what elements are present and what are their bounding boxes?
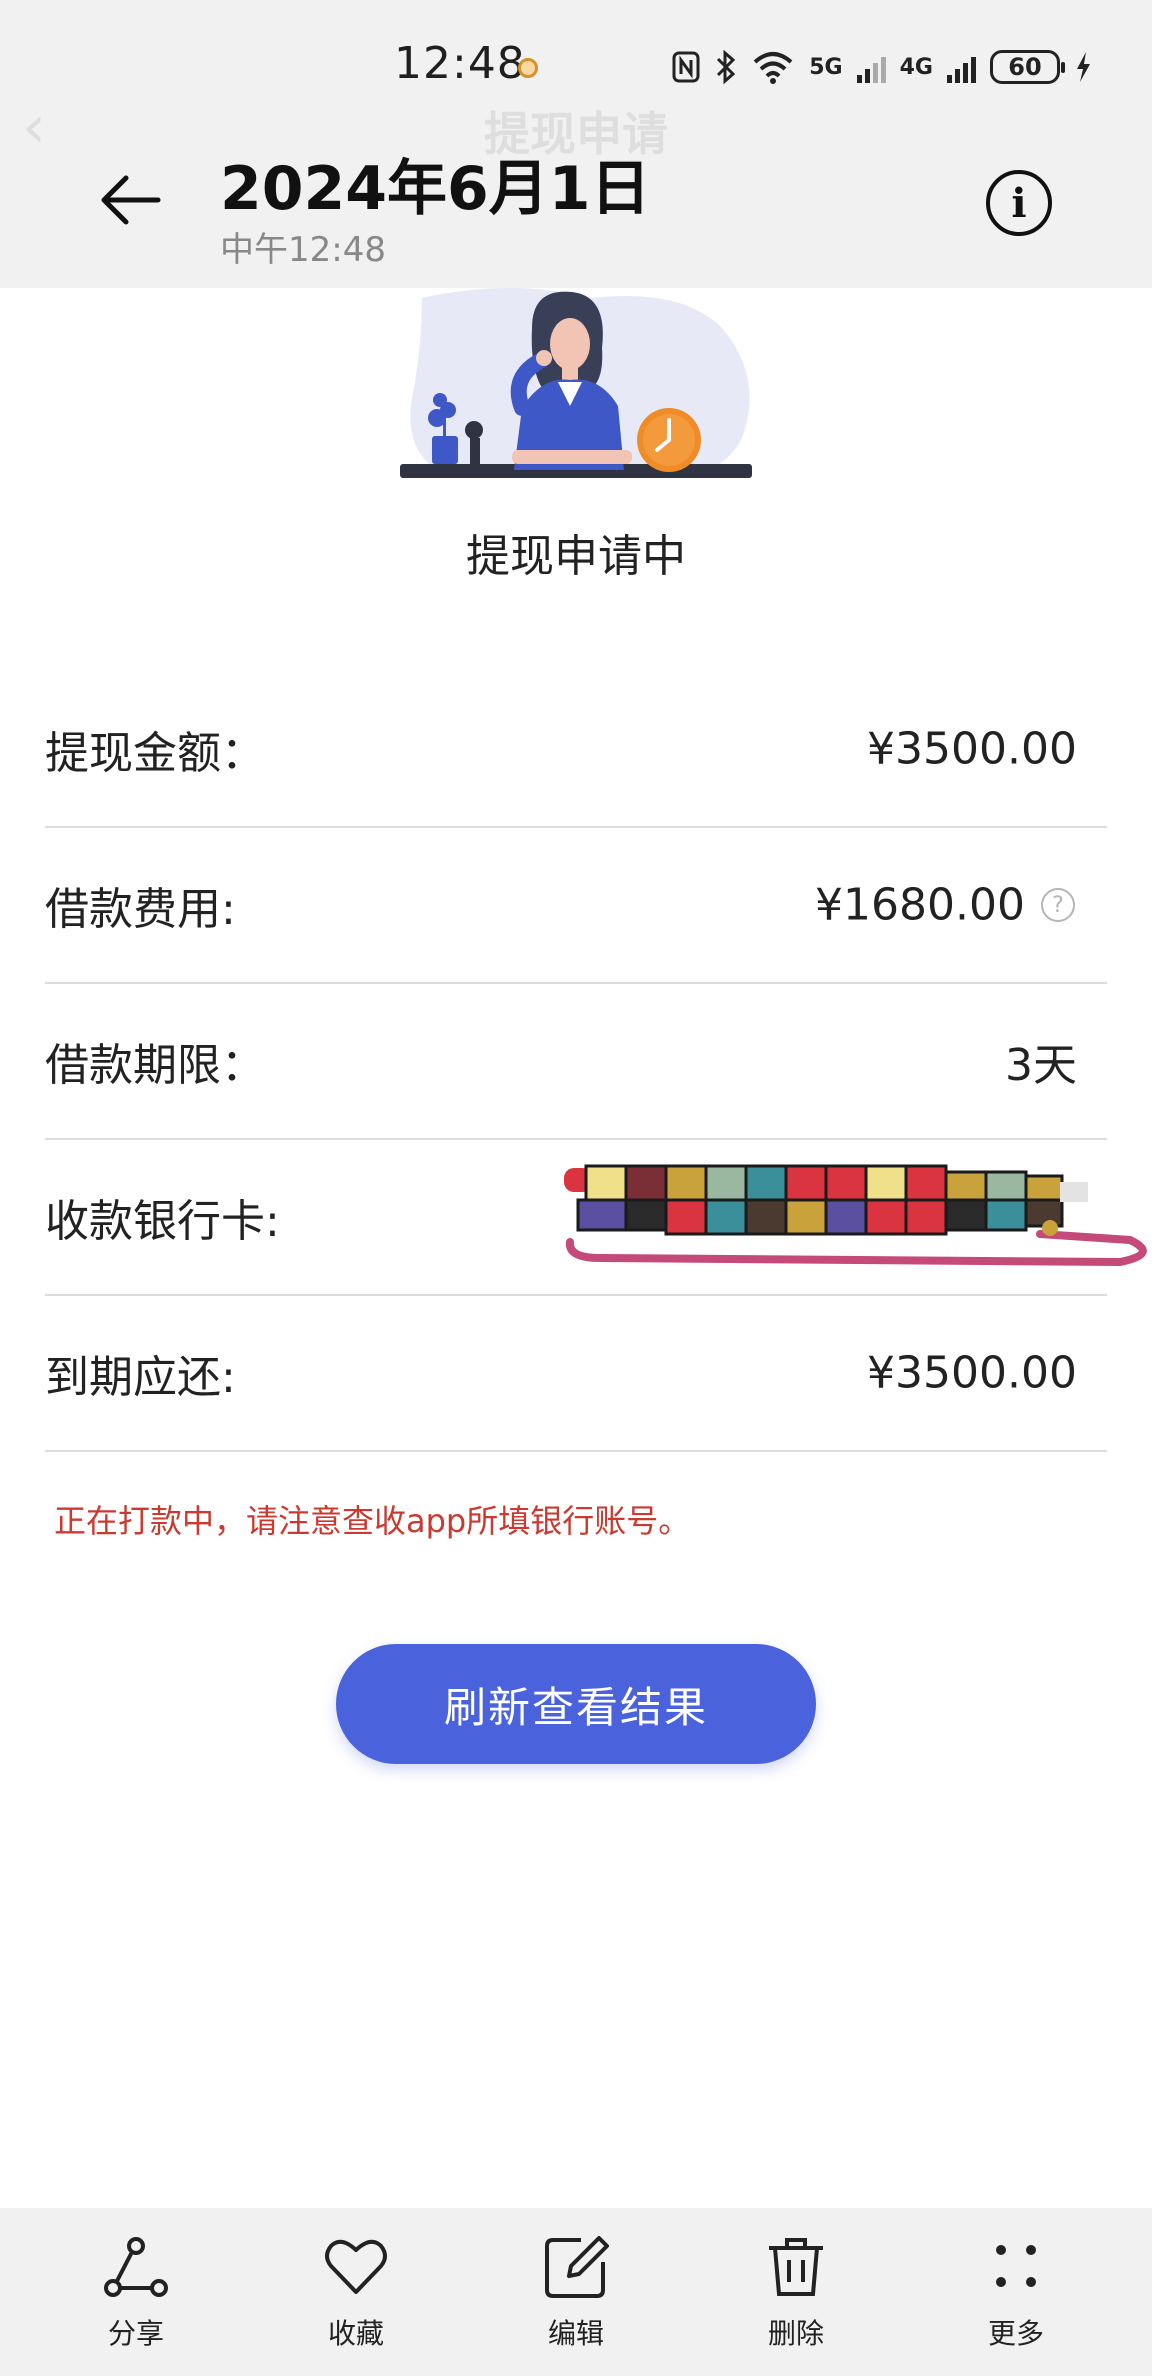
share-icon [104,2237,168,2297]
photo-viewer-header: ‹ 提现申请 12:48 5G 4G 60 2024年6月1日 中午12:48 … [0,0,1152,288]
edit-label: 编辑 [547,2317,604,2350]
charging-icon [1077,52,1090,82]
delete-button[interactable]: 删除 [726,2232,866,2362]
bluetooth-icon [717,50,736,84]
share-button[interactable]: 分享 [66,2232,206,2362]
more-button[interactable]: 更多 [946,2232,1086,2362]
bank-card-label: 收款银行卡: [45,1196,280,1247]
4g-indicator: 4G [899,54,933,80]
loan-term-value: 3天 [1005,1040,1077,1091]
more-label: 更多 [987,2317,1044,2350]
5g-indicator: 5G [809,54,843,80]
due-amount-label: 到期应还: [45,1352,236,1403]
signal-4g-icon [947,51,976,83]
status-time: 12:48 [394,38,526,89]
signal-5g-icon [856,51,886,83]
help-icon[interactable]: ? [1041,888,1075,922]
notification-icon [518,58,538,78]
application-status-heading: 提现申请中 [466,531,686,582]
withdraw-amount-value: ¥3500.00 [867,723,1077,775]
more-dots-icon [996,2245,1036,2287]
nfc-icon [672,51,700,83]
loan-fee-value: ¥1680.00 [815,879,1025,931]
trash-icon [769,2238,823,2296]
due-amount-value: ¥3500.00 [867,1347,1077,1399]
delete-label: 删除 [767,2317,824,2350]
photo-date-title: 2024年6月1日 [220,154,651,224]
withdraw-amount-label: 提现金额： [45,728,265,779]
woman-thinking-illustration [400,288,752,478]
info-icon[interactable]: i [986,170,1052,236]
payment-notice: 正在打款中，请注意查收app所填银行账号。 [54,1502,691,1540]
loan-term-label: 借款期限： [45,1040,265,1091]
edit-button[interactable]: 编辑 [506,2232,646,2362]
favorite-label: 收藏 [327,2317,384,2350]
edit-icon [545,2236,609,2298]
status-icons: 5G 4G 60 [671,42,1092,92]
heart-icon [325,2239,387,2294]
photo-toolbar: 分享 收藏 编辑 删除 更多 [0,2208,1152,2376]
row-loan-fee: 借款费用: ¥1680.00 ? [45,828,1107,984]
row-due-amount: 到期应还: ¥3500.00 [45,1296,1107,1452]
photo-time-subtitle: 中午12:48 [220,230,386,270]
favorite-button[interactable]: 收藏 [286,2232,426,2362]
redacted-bank-card-mosaic [564,1164,1147,1267]
row-withdraw-amount: 提现金额： ¥3500.00 [45,672,1107,828]
battery-icon: 60 [990,50,1065,84]
refresh-result-button[interactable]: 刷新查看结果 [336,1644,816,1764]
row-loan-term: 借款期限： 3天 [45,984,1107,1140]
loan-fee-label: 借款费用: [45,884,236,935]
back-arrow-icon[interactable] [96,164,168,236]
share-label: 分享 [107,2317,164,2350]
wifi-icon [753,52,793,84]
